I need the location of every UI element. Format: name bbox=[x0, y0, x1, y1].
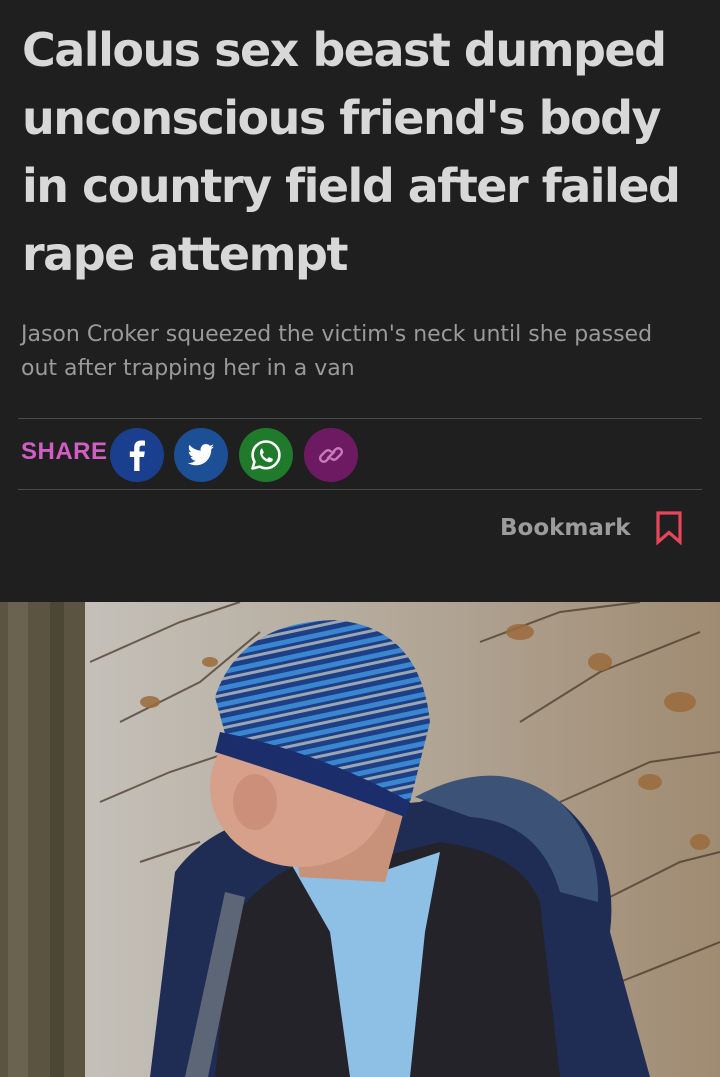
twitter-icon bbox=[187, 443, 214, 466]
bookmark-button[interactable]: Bookmark bbox=[500, 510, 683, 546]
share-label: SHARE bbox=[21, 438, 108, 465]
twitter-share-button[interactable] bbox=[174, 428, 228, 482]
standfirst: Jason Croker squeezed the victim's neck … bbox=[21, 322, 653, 381]
whatsapp-share-button[interactable] bbox=[239, 428, 293, 482]
article-photo bbox=[0, 602, 720, 1077]
whatsapp-icon bbox=[251, 440, 281, 470]
share-bar: SHARE bbox=[0, 420, 720, 488]
copy-link-button[interactable] bbox=[304, 428, 358, 482]
headline: Callous sex beast dumped unconscious fri… bbox=[22, 23, 681, 281]
link-icon bbox=[318, 447, 344, 463]
bookmark-label: Bookmark bbox=[500, 515, 631, 541]
divider-top bbox=[18, 418, 702, 419]
article-header: Callous sex beast dumped unconscious fri… bbox=[0, 0, 720, 602]
facebook-share-button[interactable] bbox=[110, 428, 164, 482]
bookmark-icon bbox=[655, 511, 682, 546]
facebook-icon bbox=[129, 440, 145, 471]
divider-bottom bbox=[18, 489, 702, 490]
